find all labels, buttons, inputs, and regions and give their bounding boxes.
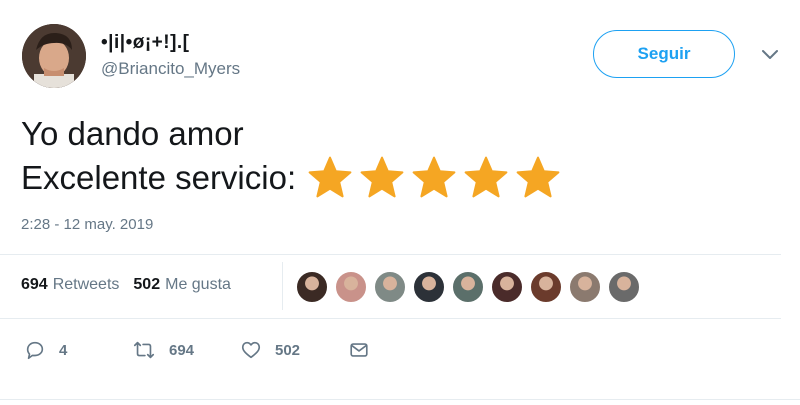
action-bar: 4 694 502 [24, 339, 370, 361]
follow-button[interactable]: Seguir [593, 30, 735, 78]
likes-stat-count: 502 [133, 276, 161, 293]
liker-avatar[interactable] [296, 271, 328, 303]
tweet-line-2: Excelente servicio: [21, 156, 562, 200]
chevron-down-icon[interactable] [760, 44, 780, 64]
liker-avatar[interactable] [569, 271, 601, 303]
retweets-stat[interactable]: 694 Retweets [21, 276, 119, 294]
tweet-text: Yo dando amor Excelente servicio: [21, 112, 562, 200]
tweet-line-1: Yo dando amor [21, 115, 244, 152]
star-icon [516, 156, 560, 198]
heart-icon [240, 339, 262, 361]
star-icon [360, 156, 404, 198]
retweet-count: 694 [169, 341, 195, 359]
retweet-button[interactable]: 694 [132, 339, 240, 361]
reply-count: 4 [59, 341, 68, 359]
liker-avatar[interactable] [608, 271, 640, 303]
liker-avatar[interactable] [491, 271, 523, 303]
tweet-stats: 694 Retweets 502 Me gusta [21, 276, 231, 294]
direct-message-button[interactable] [348, 339, 370, 361]
liker-avatar[interactable] [452, 271, 484, 303]
divider [0, 399, 800, 400]
like-button[interactable]: 502 [240, 339, 348, 361]
liker-avatar[interactable] [530, 271, 562, 303]
divider [0, 318, 781, 319]
likes-stat-label: Me gusta [165, 276, 231, 293]
tweet-card: •|i|•ø¡+!].[ @Briancito_Myers Seguir Yo … [0, 0, 800, 405]
star-icon [308, 156, 352, 198]
rating-stars [306, 154, 562, 202]
retweets-stat-count: 694 [21, 276, 48, 293]
display-name[interactable]: •|i|•ø¡+!].[ [101, 32, 190, 54]
tweet-line-2-text: Excelente servicio: [21, 159, 297, 196]
user-handle[interactable]: @Briancito_Myers [101, 59, 240, 79]
reply-icon [24, 339, 46, 361]
likers-avatars [296, 271, 647, 303]
liker-avatar[interactable] [335, 271, 367, 303]
star-icon [412, 156, 456, 198]
star-icon [464, 156, 508, 198]
retweets-stat-label: Retweets [52, 276, 120, 293]
stats-separator [282, 262, 283, 310]
likes-stat[interactable]: 502 Me gusta [133, 276, 231, 294]
reply-button[interactable]: 4 [24, 339, 132, 361]
avatar[interactable] [22, 24, 86, 88]
envelope-icon [348, 339, 370, 361]
like-count: 502 [275, 341, 301, 359]
retweet-icon [132, 339, 156, 361]
timestamp[interactable]: 2:28 - 12 may. 2019 [21, 216, 153, 233]
divider [0, 254, 781, 255]
liker-avatar[interactable] [374, 271, 406, 303]
liker-avatar[interactable] [413, 271, 445, 303]
